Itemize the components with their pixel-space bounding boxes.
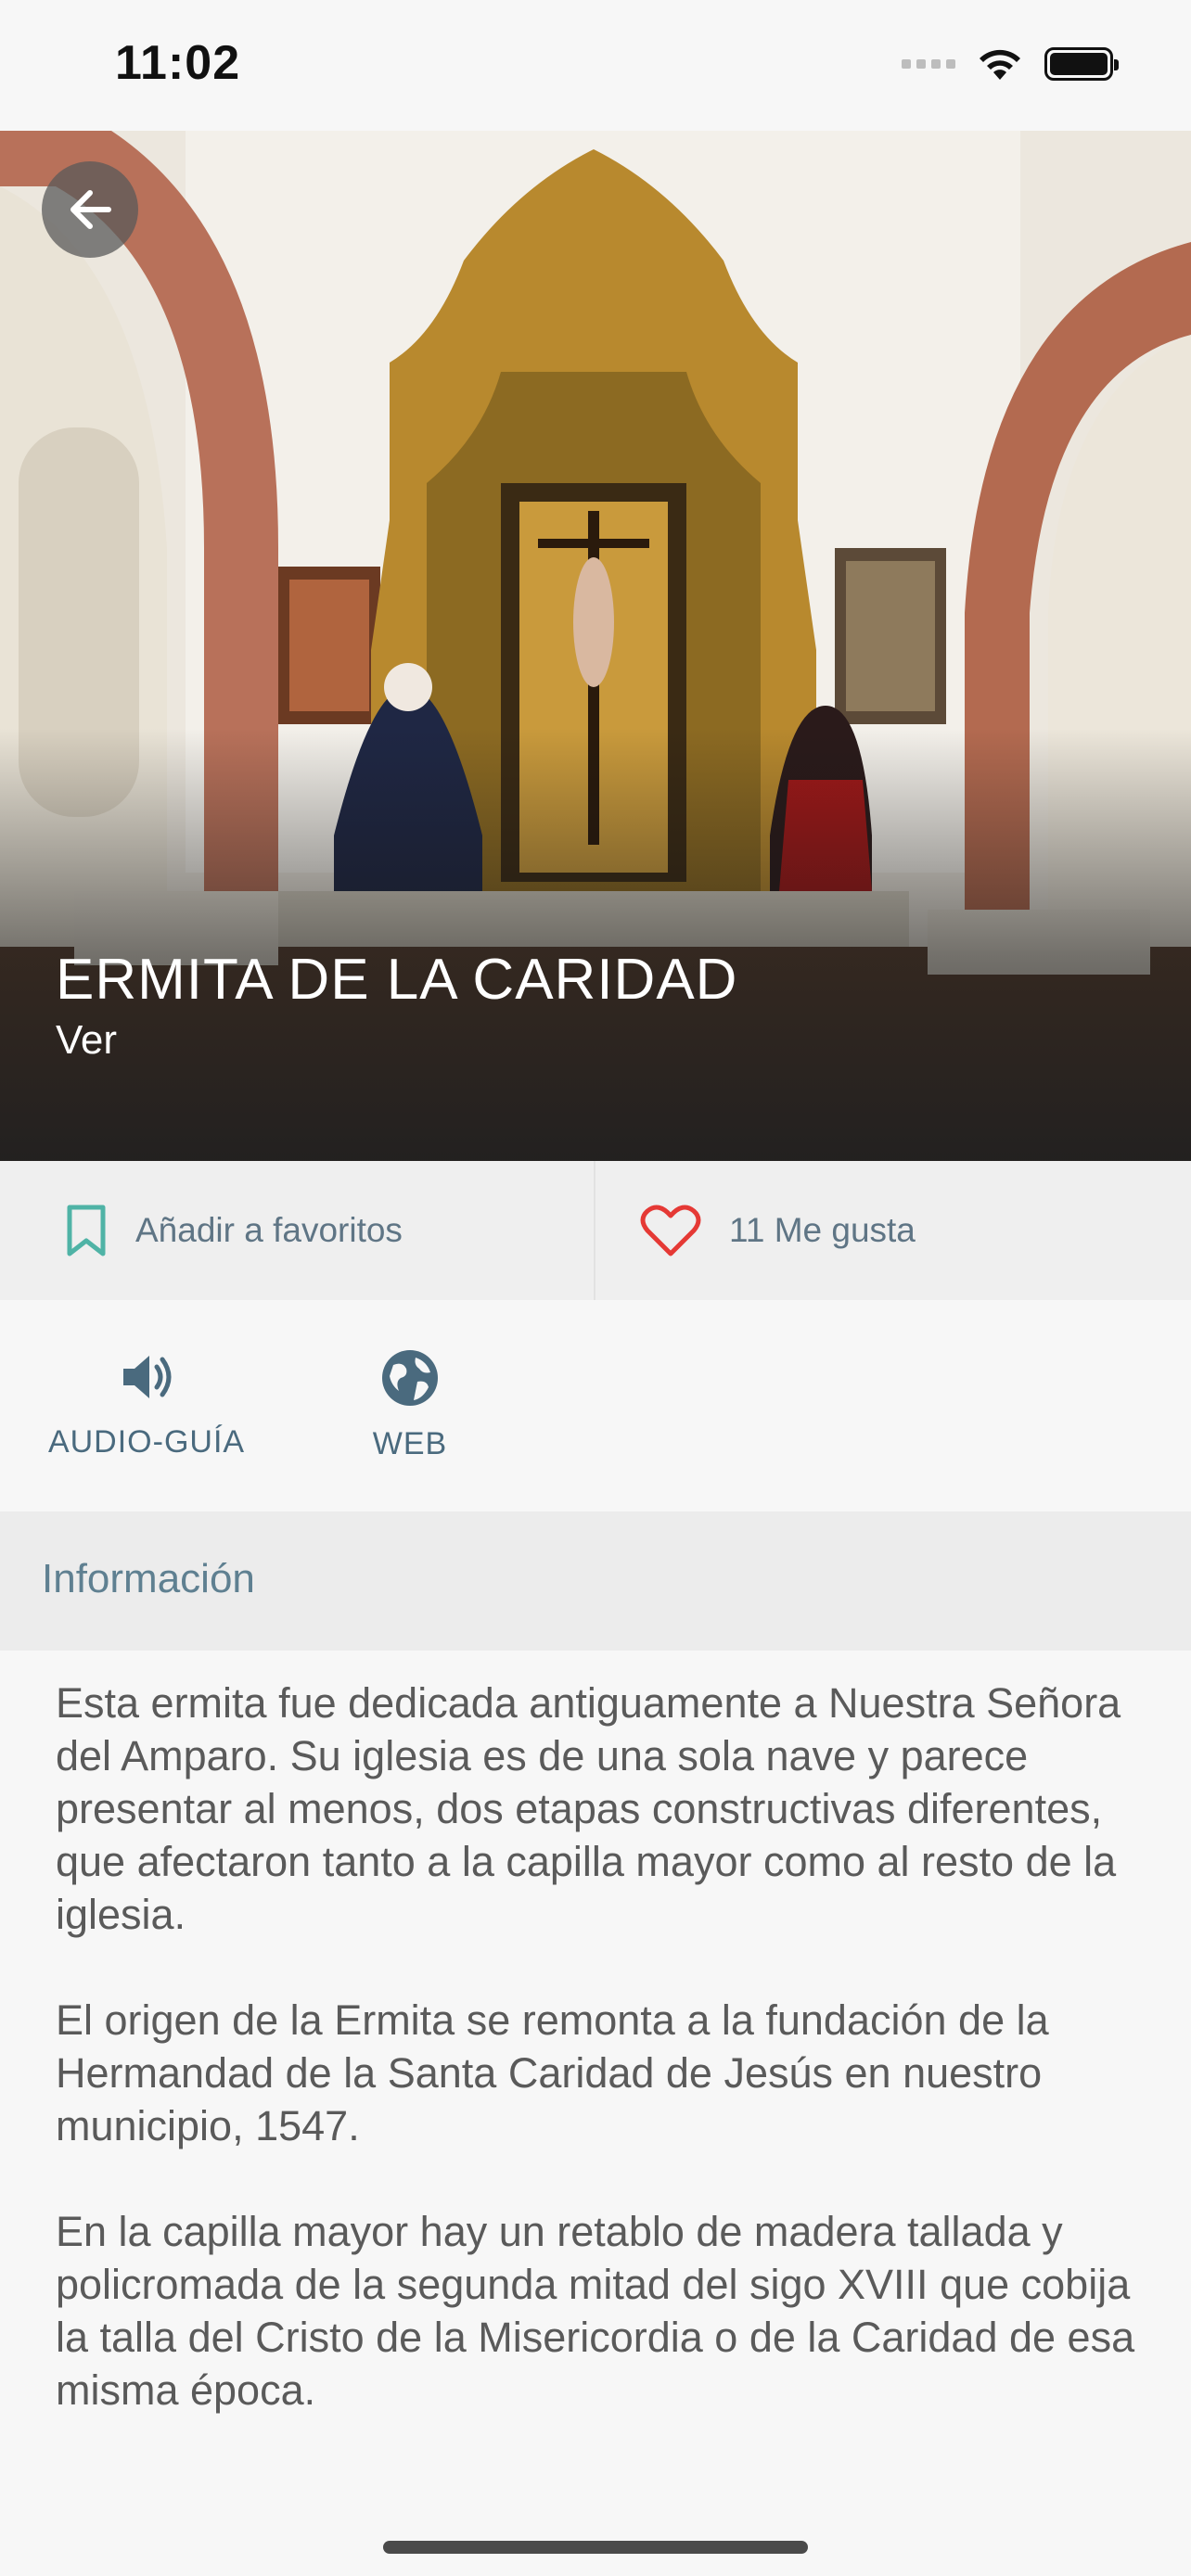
description-paragraph: El origen de la Ermita se remonta a la f… — [56, 1996, 1049, 2149]
information-title: Información — [42, 1556, 255, 1601]
actions-row: Añadir a favoritos 11 Me gusta — [0, 1161, 1191, 1300]
add-to-favorites-button[interactable]: Añadir a favoritos — [0, 1161, 596, 1300]
description-paragraph: Esta ermita fue dedicada antiguamente a … — [56, 1679, 1121, 1938]
back-button[interactable] — [42, 161, 138, 258]
web-label: WEB — [372, 1426, 448, 1461]
arrow-left-icon — [70, 190, 111, 229]
favorites-label: Añadir a favoritos — [135, 1211, 403, 1249]
likes-label: 11 Me gusta — [729, 1211, 916, 1249]
information-section-header: Información — [0, 1511, 1191, 1651]
home-indicator[interactable] — [383, 2541, 808, 2554]
like-button[interactable]: 11 Me gusta — [596, 1161, 1191, 1300]
web-button[interactable]: WEB — [354, 1348, 466, 1462]
hero-image: ERMITA DE LA CARIDAD Ver — [0, 131, 1191, 1161]
description-text: Esta ermita fue dedicada antiguamente a … — [56, 1677, 1150, 2469]
wifi-icon — [980, 49, 1020, 80]
speaker-icon — [123, 1356, 172, 1398]
bookmark-icon — [67, 1205, 106, 1256]
signal-icon — [902, 59, 955, 69]
resources-row: AUDIO-GUÍA WEB — [0, 1300, 1191, 1511]
status-time: 11:02 — [115, 36, 241, 90]
status-icons — [902, 46, 1119, 82]
status-bar: 11:02 — [0, 0, 1191, 131]
audio-guide-label: AUDIO-GUÍA — [47, 1424, 246, 1460]
audio-guide-button[interactable]: AUDIO-GUÍA — [45, 1348, 249, 1460]
description-paragraph: En la capilla mayor hay un retablo de ma… — [56, 2208, 1135, 2414]
place-title: ERMITA DE LA CARIDAD — [56, 948, 738, 1012]
battery-icon — [1044, 47, 1119, 81]
heart-icon — [640, 1205, 701, 1256]
globe-icon — [382, 1350, 438, 1406]
place-subtitle-link[interactable]: Ver — [56, 1017, 117, 1064]
